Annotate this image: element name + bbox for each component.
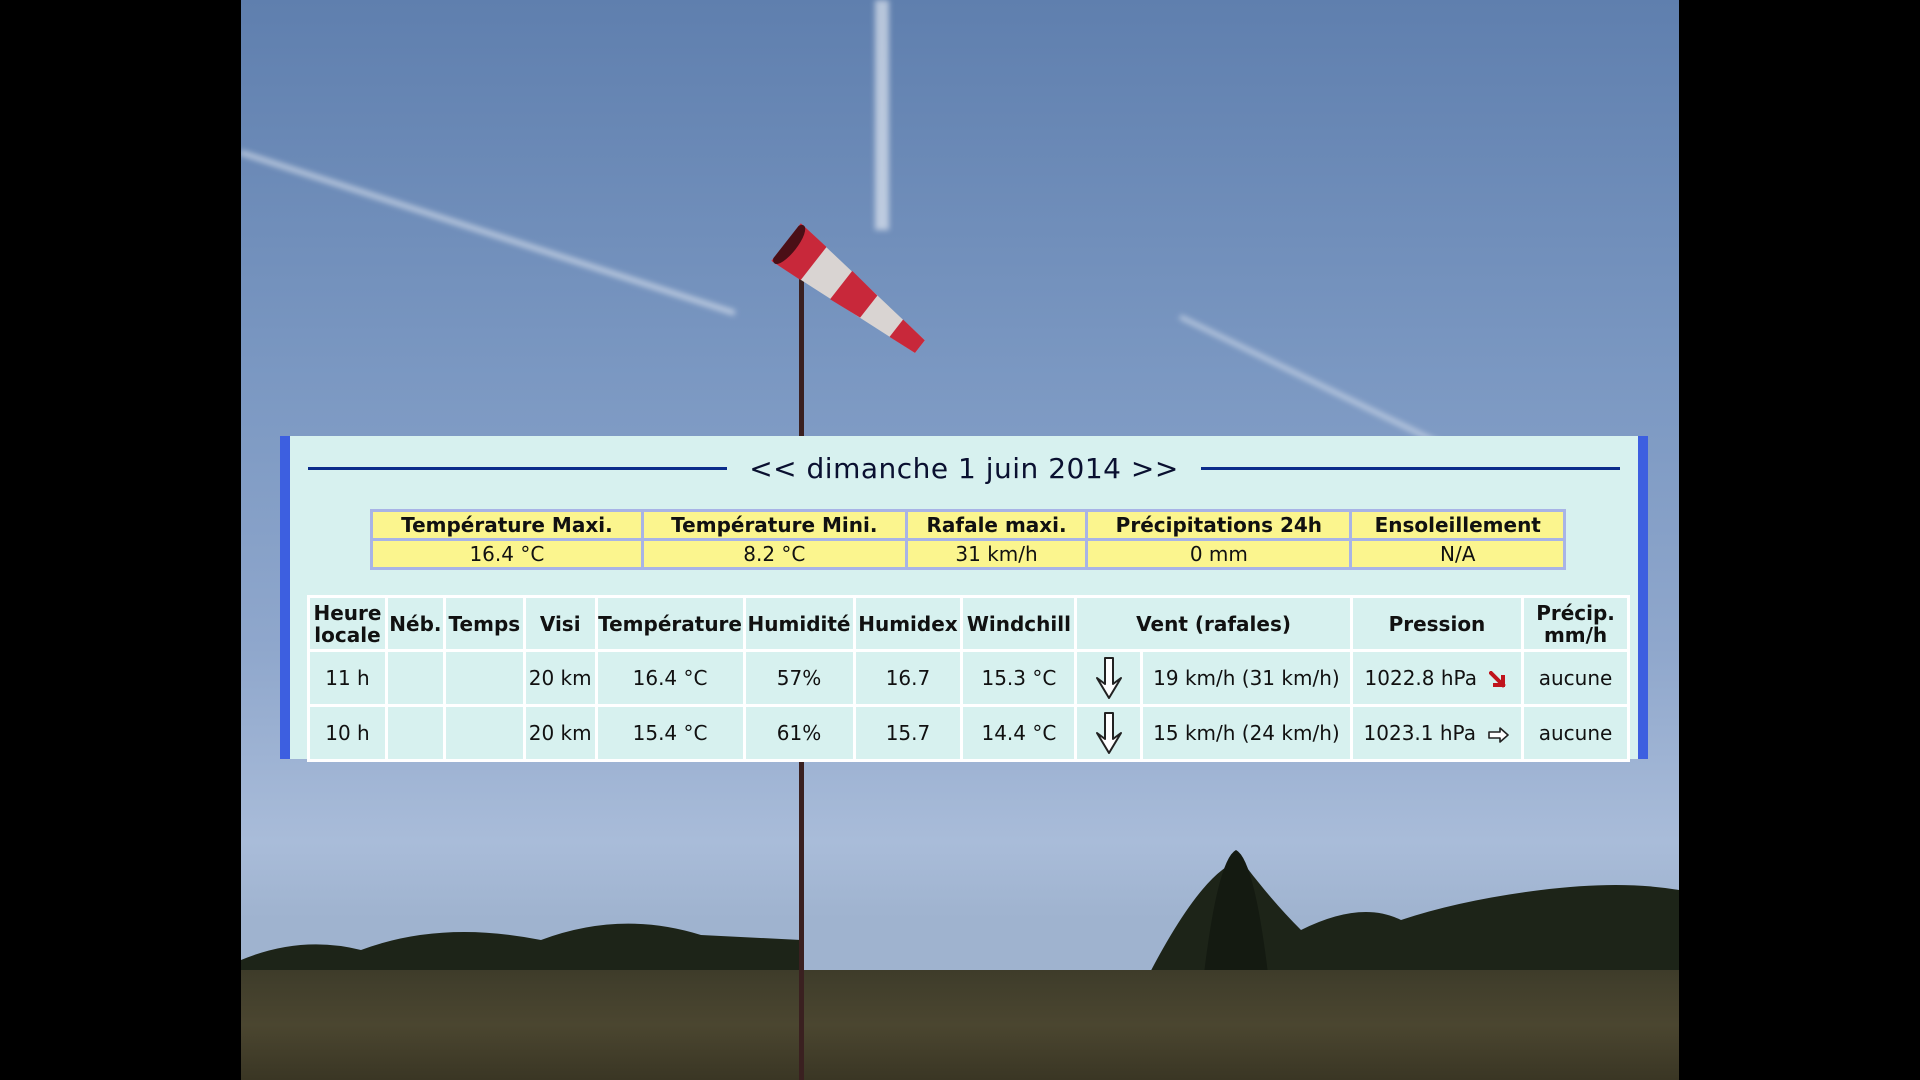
- column-header-heure: Heure locale: [307, 595, 388, 652]
- divider-line: [308, 466, 728, 470]
- cell-humidite: 57%: [742, 649, 856, 707]
- contrail: [241, 150, 736, 316]
- column-header-pression: Pression: [1349, 595, 1525, 652]
- summary-value: 31 km/h: [907, 541, 1086, 567]
- column-header-vent: Vent (rafales): [1074, 595, 1353, 652]
- column-header-visi: Visi: [522, 595, 598, 652]
- current-date: dimanche 1 juin 2014: [806, 451, 1122, 485]
- next-day-link[interactable]: >>: [1131, 452, 1179, 485]
- hourly-observations-table: Heure locale Néb. Temps Visi Température …: [307, 595, 1630, 762]
- cell-pression: 1023.1 hPa: [1349, 704, 1525, 762]
- cell-temps: [442, 649, 526, 707]
- cell-temperature: 15.4 °C: [594, 704, 746, 762]
- cell-humidex: 16.7: [852, 649, 964, 707]
- trend-steady-icon: [1488, 726, 1510, 743]
- cell-pression: 1022.8 hPa: [1349, 649, 1525, 707]
- cell-heure: 11 h: [307, 649, 388, 707]
- column-header-humidite: Humidité: [742, 595, 856, 652]
- cell-neb: [384, 649, 446, 707]
- cell-vent: 19 km/h (31 km/h): [1140, 649, 1353, 707]
- divider-line: [1200, 466, 1620, 470]
- column-header-precip: Précip. mm/h: [1521, 595, 1630, 652]
- cell-windchill: 14.4 °C: [960, 704, 1078, 762]
- table-row: 11 h 20 km 16.4 °C 57% 16.7 15.3 °C 19 k…: [307, 649, 1630, 707]
- table-header-row: Heure locale Néb. Temps Visi Température …: [307, 595, 1630, 652]
- arrow-down-icon: [1095, 712, 1122, 754]
- contrail: [875, 0, 889, 230]
- cell-visi: 20 km: [522, 704, 598, 762]
- column-header-temps: Temps: [442, 595, 526, 652]
- daily-summary-table: Température Maxi. Température Mini. Rafa…: [370, 509, 1566, 570]
- summary-header: Rafale maxi.: [907, 512, 1086, 538]
- summary-header: Température Maxi.: [373, 512, 641, 538]
- date-navigation: << dimanche 1 juin 2014 >>: [308, 448, 1620, 488]
- column-header-humidex: Humidex: [852, 595, 964, 652]
- column-header-temperature: Température: [594, 595, 746, 652]
- summary-value: 0 mm: [1088, 541, 1350, 567]
- cell-wind-direction: [1074, 704, 1144, 762]
- summary-header: Température Mini.: [643, 512, 905, 538]
- summary-value: 16.4 °C: [373, 541, 641, 567]
- cell-humidite: 61%: [742, 704, 856, 762]
- arrow-down-icon: [1095, 657, 1122, 699]
- weather-panel: << dimanche 1 juin 2014 >> Température M…: [280, 436, 1648, 762]
- cell-humidex: 15.7: [852, 704, 964, 762]
- column-header-neb: Néb.: [384, 595, 446, 652]
- trend-falling-icon: [1489, 670, 1507, 688]
- windsock: [771, 223, 925, 353]
- summary-header: Ensoleillement: [1352, 512, 1563, 538]
- previous-day-link[interactable]: <<: [749, 452, 797, 485]
- cell-heure: 10 h: [307, 704, 388, 762]
- summary-header: Précipitations 24h: [1088, 512, 1350, 538]
- cell-precip: aucune: [1521, 649, 1630, 707]
- cell-visi: 20 km: [522, 649, 598, 707]
- cell-precip: aucune: [1521, 704, 1630, 762]
- column-header-windchill: Windchill: [960, 595, 1078, 652]
- summary-value: N/A: [1352, 541, 1563, 567]
- date-title: << dimanche 1 juin 2014 >>: [749, 452, 1179, 485]
- cell-wind-direction: [1074, 649, 1144, 707]
- table-row: 10 h 20 km 15.4 °C 61% 15.7 14.4 °C 15 k…: [307, 704, 1630, 762]
- summary-value: 8.2 °C: [643, 541, 905, 567]
- cell-windchill: 15.3 °C: [960, 649, 1078, 707]
- cell-neb: [384, 704, 446, 762]
- cell-vent: 15 km/h (24 km/h): [1140, 704, 1353, 762]
- cell-temperature: 16.4 °C: [594, 649, 746, 707]
- grass-field: [241, 970, 1679, 1080]
- cell-temps: [442, 704, 526, 762]
